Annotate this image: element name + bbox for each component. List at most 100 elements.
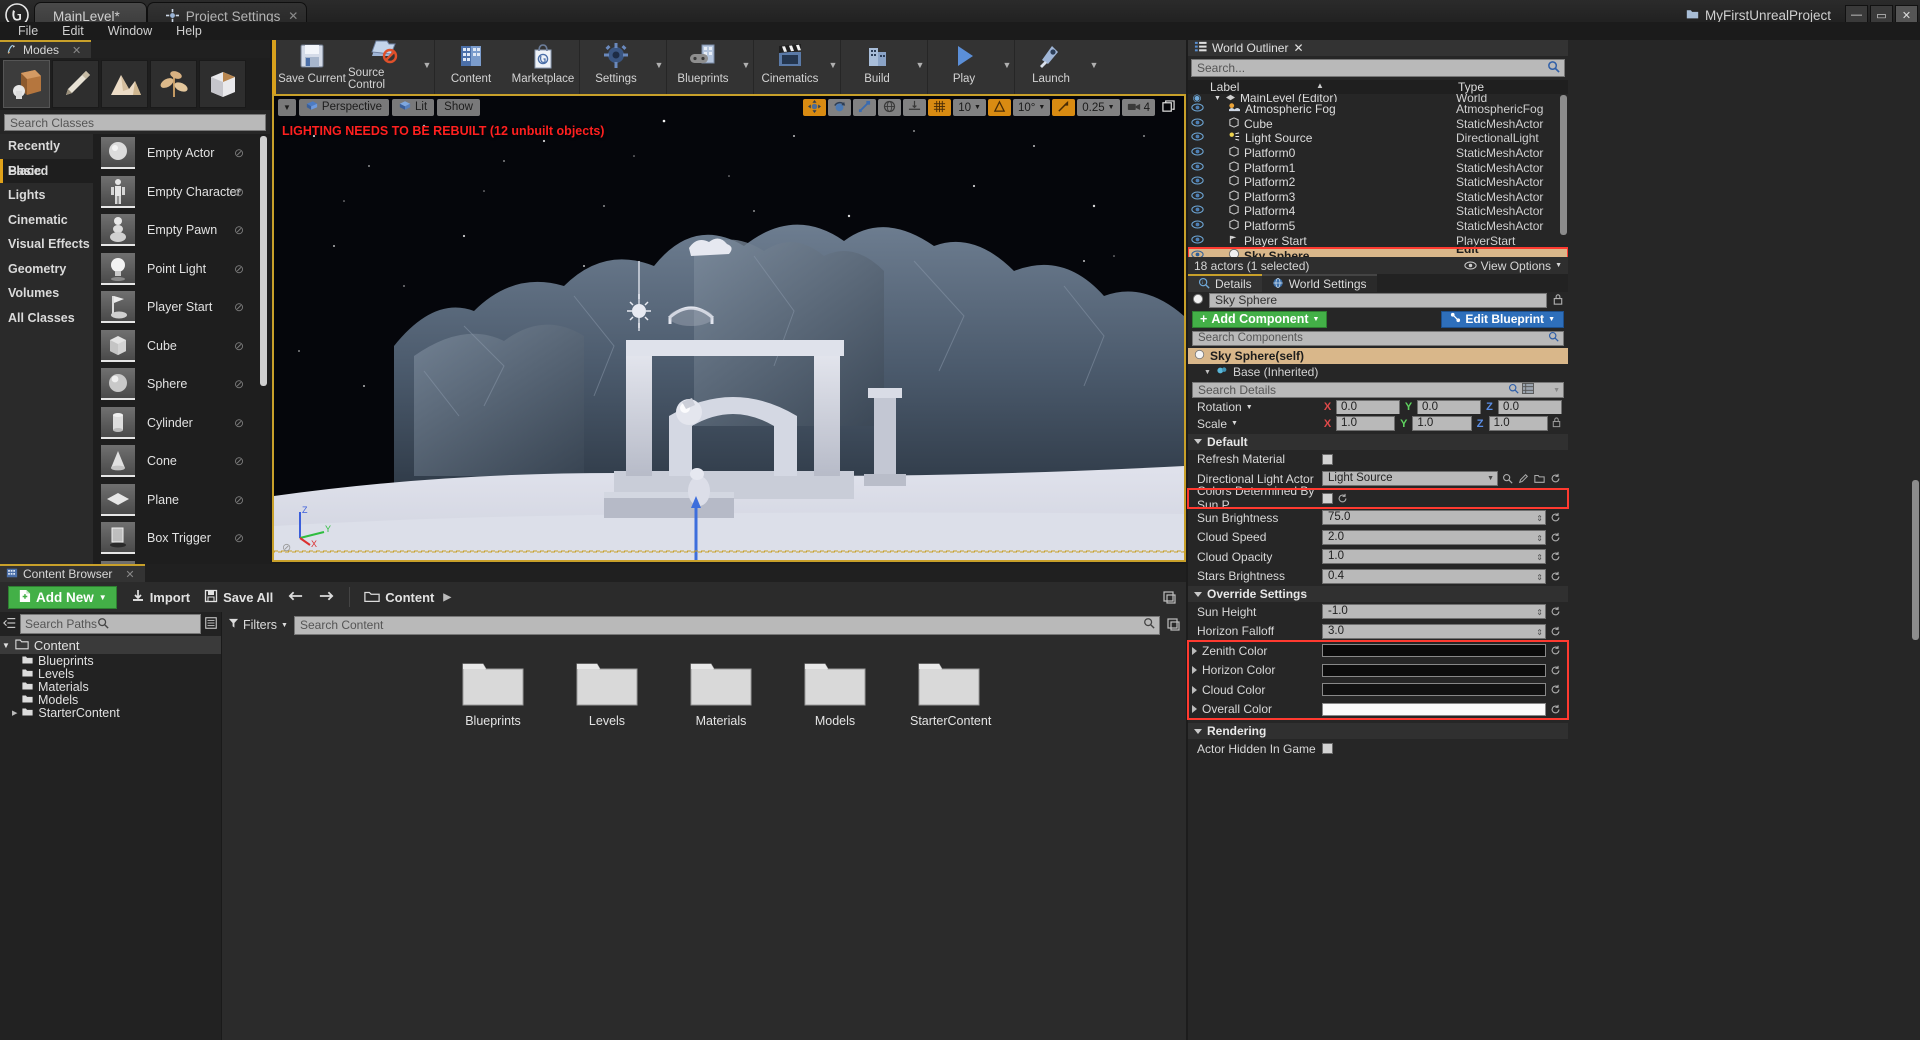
search-details-input[interactable]: Search Details ▼ bbox=[1192, 382, 1564, 398]
visibility-eye-icon[interactable] bbox=[1188, 235, 1206, 247]
list-item[interactable]: Cube ⊘ bbox=[93, 327, 270, 366]
tab-details[interactable]: i Details bbox=[1188, 274, 1262, 292]
launch-caret[interactable]: ▼ bbox=[1087, 32, 1101, 94]
list-item[interactable]: Player Start ⊘ bbox=[93, 288, 270, 327]
close-icon[interactable]: ✕ bbox=[1293, 41, 1303, 55]
actor-hidden-in-game-checkbox[interactable] bbox=[1322, 743, 1333, 755]
cloud-opacity-input[interactable]: 1.0 ⇕ bbox=[1322, 549, 1546, 565]
chevron-down-icon[interactable]: ▼ bbox=[1246, 404, 1253, 411]
horizon-color-swatch[interactable] bbox=[1322, 663, 1546, 677]
blueprints-button[interactable]: Blueprints bbox=[667, 32, 739, 94]
folder-item-startercontent[interactable]: StarterContent bbox=[910, 656, 991, 728]
build-button[interactable]: Build bbox=[841, 32, 913, 94]
visibility-eye-icon[interactable] bbox=[1188, 191, 1206, 203]
spinner-icon[interactable]: ⇕ bbox=[1536, 571, 1543, 584]
rotate-tool-button[interactable] bbox=[828, 99, 852, 116]
nav-back-button[interactable] bbox=[287, 589, 304, 606]
reset-icon[interactable] bbox=[1549, 625, 1562, 638]
folder-item-models[interactable]: Models bbox=[796, 656, 874, 728]
close-icon[interactable]: ✕ bbox=[72, 44, 81, 57]
help-icon[interactable]: ⊘ bbox=[234, 531, 244, 545]
spinner-icon[interactable]: ⇕ bbox=[1536, 532, 1543, 545]
scale-y-input[interactable]: 1.0 bbox=[1412, 416, 1472, 432]
cinematics-button[interactable]: Cinematics bbox=[754, 32, 826, 94]
list-item[interactable]: Cylinder ⊘ bbox=[93, 404, 270, 443]
search-classes-input[interactable]: Search Classes bbox=[4, 114, 266, 131]
chevron-down-icon[interactable]: ▼ bbox=[1553, 387, 1560, 394]
viewport-show-button[interactable]: Show bbox=[437, 98, 480, 116]
sun-brightness-input[interactable]: 75.0 ⇕ bbox=[1322, 510, 1546, 526]
outliner-column-type[interactable]: Type bbox=[1458, 80, 1568, 94]
tree-item-levels[interactable]: Levels bbox=[0, 667, 221, 681]
build-caret[interactable]: ▼ bbox=[913, 32, 927, 94]
scale-lock-icon[interactable] bbox=[1551, 416, 1562, 431]
settings-caret[interactable]: ▼ bbox=[652, 32, 666, 94]
chevron-down-icon[interactable]: ▼ bbox=[2, 641, 10, 650]
world-outliner-tab[interactable]: World Outliner ✕ bbox=[1188, 38, 1568, 56]
actor-name-input[interactable]: Sky Sphere bbox=[1209, 293, 1547, 308]
asset-view-lock-icon[interactable] bbox=[1166, 617, 1180, 634]
category-lights[interactable]: Lights bbox=[0, 183, 93, 208]
cinematics-caret[interactable]: ▼ bbox=[826, 32, 840, 94]
component-item-sky-sphere[interactable]: Sky Sphere(self) bbox=[1188, 348, 1568, 364]
list-item[interactable]: Sphere ⊘ bbox=[93, 365, 270, 404]
table-row[interactable]: Atmospheric Fog AtmosphericFog bbox=[1188, 102, 1568, 117]
menu-window[interactable]: Window bbox=[96, 22, 164, 40]
paths-filter-icon[interactable] bbox=[204, 616, 218, 633]
tab-content-browser[interactable]: Content Browser ✕ bbox=[0, 564, 145, 582]
help-icon[interactable]: ⊘ bbox=[234, 223, 244, 237]
menu-file[interactable]: File bbox=[6, 22, 50, 40]
folder-item-blueprints[interactable]: Blueprints bbox=[454, 656, 532, 728]
paths-tree-icon[interactable] bbox=[3, 616, 17, 633]
chevron-down-icon[interactable]: ▼ bbox=[1214, 95, 1221, 102]
save-current-button[interactable]: Save Current bbox=[276, 32, 348, 94]
section-header-override-settings[interactable]: Override Settings bbox=[1188, 586, 1568, 602]
category-volumes[interactable]: Volumes bbox=[0, 281, 93, 306]
help-icon[interactable]: ⊘ bbox=[234, 339, 244, 353]
list-item[interactable]: Cone ⊘ bbox=[93, 442, 270, 481]
visibility-eye-icon[interactable] bbox=[1188, 220, 1206, 232]
save-all-button[interactable]: Save All bbox=[204, 589, 273, 606]
spinner-icon[interactable]: ⇕ bbox=[1536, 626, 1543, 639]
search-components-input[interactable]: Search Components bbox=[1192, 331, 1564, 346]
overall-color-swatch[interactable] bbox=[1322, 702, 1546, 716]
visibility-eye-icon[interactable] bbox=[1188, 162, 1206, 174]
menu-help[interactable]: Help bbox=[164, 22, 214, 40]
folder-item-materials[interactable]: Materials bbox=[682, 656, 760, 728]
folder-item-levels[interactable]: Levels bbox=[568, 656, 646, 728]
visibility-eye-icon[interactable] bbox=[1188, 132, 1206, 144]
sun-height-input[interactable]: -1.0 ⇕ bbox=[1322, 604, 1546, 620]
launch-button[interactable]: Launch bbox=[1015, 32, 1087, 94]
visibility-eye-icon[interactable] bbox=[1188, 118, 1206, 130]
help-icon[interactable]: ⊘ bbox=[234, 300, 244, 314]
table-row[interactable]: Platform1 StaticMeshActor bbox=[1188, 160, 1568, 175]
outliner-view-options-button[interactable]: View Options ▼ bbox=[1463, 259, 1562, 273]
tree-item-models[interactable]: Models bbox=[0, 693, 221, 707]
reset-icon[interactable] bbox=[1549, 644, 1562, 657]
add-component-button[interactable]: + Add Component ▼ bbox=[1192, 310, 1328, 328]
visibility-eye-icon[interactable] bbox=[1188, 250, 1206, 257]
category-visual-effects[interactable]: Visual Effects bbox=[0, 232, 93, 257]
tree-item-materials[interactable]: Materials bbox=[0, 680, 221, 694]
list-item[interactable]: Empty Character ⊘ bbox=[93, 173, 270, 212]
outliner-column-label[interactable]: Label ▲ bbox=[1188, 80, 1458, 94]
chevron-right-icon[interactable]: ▶ bbox=[443, 592, 451, 603]
add-new-button[interactable]: Add New ▼ bbox=[8, 585, 117, 609]
source-control-button[interactable]: Source Control bbox=[348, 32, 420, 94]
visibility-eye-icon[interactable] bbox=[1188, 103, 1206, 115]
visibility-eye-icon[interactable] bbox=[1188, 147, 1206, 159]
section-header-default[interactable]: Default bbox=[1188, 433, 1568, 450]
spinner-icon[interactable]: ⇕ bbox=[1536, 512, 1543, 525]
category-geometry[interactable]: Geometry bbox=[0, 257, 93, 282]
table-row[interactable]: Platform5 StaticMeshActor bbox=[1188, 219, 1568, 234]
nav-forward-button[interactable] bbox=[318, 589, 335, 606]
chevron-right-icon[interactable] bbox=[1192, 705, 1197, 714]
reset-icon[interactable] bbox=[1549, 550, 1562, 563]
help-icon[interactable]: ⊘ bbox=[234, 493, 244, 507]
list-item[interactable]: Point Light ⊘ bbox=[93, 250, 270, 289]
import-button[interactable]: Import bbox=[131, 589, 190, 606]
table-row[interactable]: ◉ ▼ MainLevel (Editor) World bbox=[1188, 94, 1568, 102]
rotation-x-input[interactable]: 0.0 bbox=[1336, 400, 1400, 414]
tab-world-settings[interactable]: World Settings bbox=[1261, 274, 1377, 292]
filters-button[interactable]: Filters ▼ bbox=[228, 618, 288, 632]
